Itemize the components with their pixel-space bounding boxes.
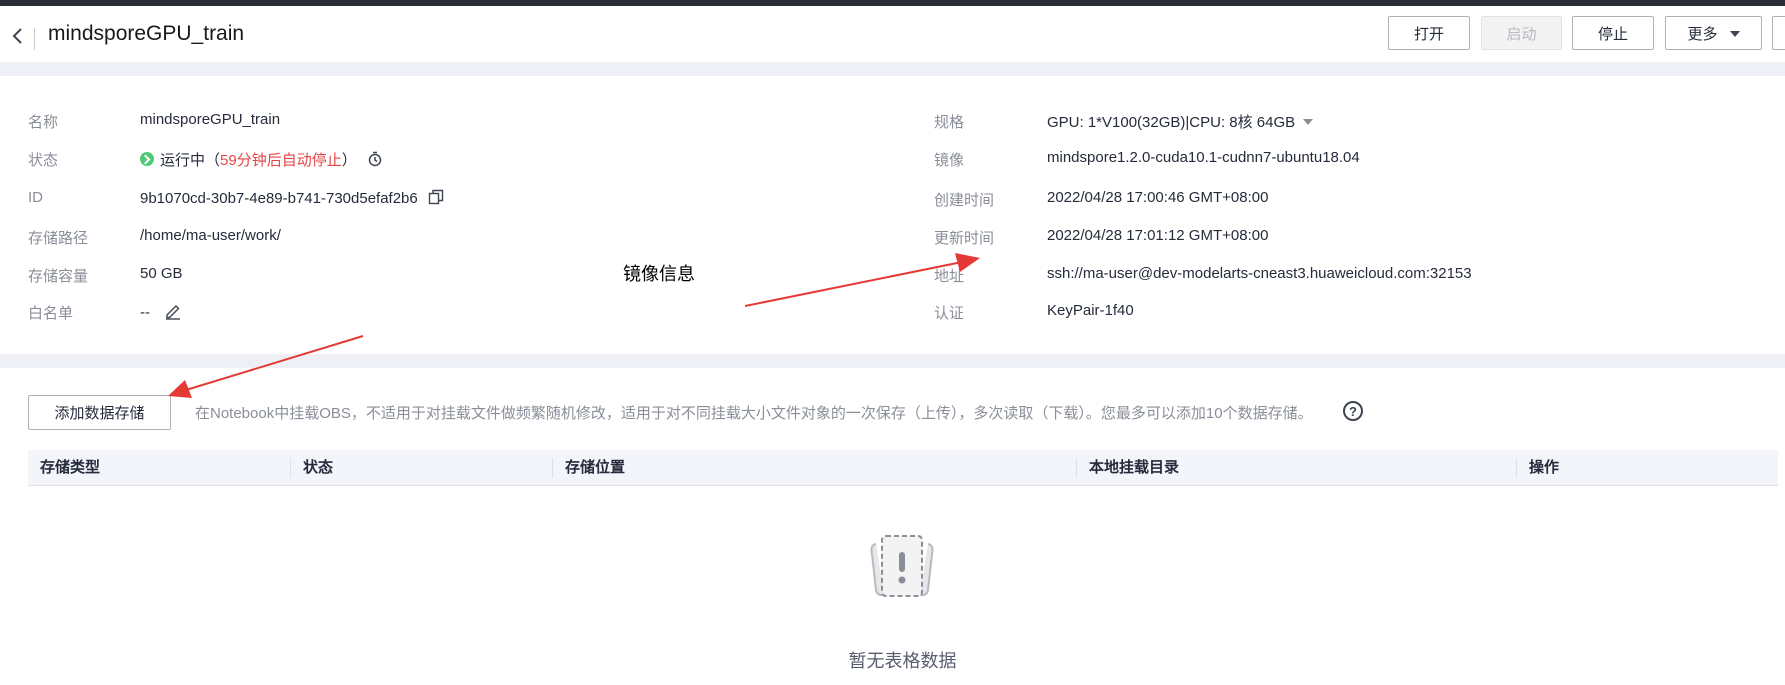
- column-header: 本地挂载目录: [1089, 459, 1180, 476]
- updated-label: 更新时间: [934, 230, 995, 247]
- updated-value: 2022/04/28 17:01:12 GMT+08:00: [1047, 227, 1269, 244]
- page-header: mindsporeGPU_train 打开 启动 停止 更多: [0, 6, 1785, 62]
- edit-icon[interactable]: [164, 302, 182, 324]
- id-value: 9b1070cd-30b7-4e89-b741-730d5efaf2b6: [140, 189, 418, 207]
- capacity-label: 存储容量: [28, 268, 89, 285]
- storage-table-header: 存储类型 状态 存储位置 本地挂载目录 操作: [28, 450, 1778, 486]
- path-label: 存储路径: [28, 230, 89, 247]
- created-label: 创建时间: [934, 192, 995, 209]
- section-gap-2: [0, 354, 1785, 368]
- section-gap: [0, 62, 1785, 76]
- name-value: mindsporeGPU_train: [140, 111, 281, 128]
- whitelist-value: --: [140, 303, 150, 321]
- status-value: 运行中（59分钟后自动停止）: [140, 149, 383, 171]
- spec-dropdown-icon[interactable]: [1303, 119, 1314, 125]
- status-text: 运行中: [160, 152, 206, 169]
- page-title: mindsporeGPU_train: [48, 22, 245, 45]
- stop-button[interactable]: 停止: [1572, 16, 1654, 50]
- spec-label: 规格: [934, 114, 965, 131]
- address-value: ssh://ma-user@dev-modelarts-cneast3.huaw…: [1047, 265, 1472, 282]
- id-label: ID: [28, 189, 43, 206]
- help-icon[interactable]: ?: [1343, 401, 1363, 421]
- image-value: mindspore1.2.0-cuda10.1-cudnn7-ubuntu18.…: [1047, 149, 1360, 166]
- name-label: 名称: [28, 114, 59, 131]
- add-data-storage-button[interactable]: 添加数据存储: [28, 395, 171, 430]
- column-header: 操作: [1529, 459, 1560, 476]
- spec-value: GPU: 1*V100(32GB)|CPU: 8核 64GB: [1047, 114, 1296, 131]
- image-label: 镜像: [934, 152, 965, 169]
- header-divider: [34, 28, 35, 50]
- status-paren-close: ）: [341, 152, 357, 169]
- whitelist-row: --: [140, 302, 182, 324]
- open-button[interactable]: 打开: [1388, 16, 1470, 50]
- auth-label: 认证: [934, 305, 965, 322]
- more-button-label: 更多: [1687, 25, 1718, 43]
- column-header: 状态: [303, 459, 334, 476]
- start-button[interactable]: 启动: [1481, 16, 1562, 50]
- back-chevron-icon[interactable]: [8, 24, 28, 48]
- timer-icon[interactable]: [367, 151, 383, 171]
- overflow-button[interactable]: [1772, 16, 1785, 50]
- empty-table-text: 暂无表格数据: [848, 651, 957, 671]
- capacity-value: 50 GB: [140, 265, 183, 282]
- caret-down-icon: [1729, 31, 1740, 37]
- storage-description: 在Notebook中挂载OBS，不适用于对挂载文件做频繁随机修改，适用于对不同挂…: [195, 405, 1313, 422]
- address-label: 地址: [934, 268, 965, 285]
- id-row: 9b1070cd-30b7-4e89-b741-730d5efaf2b6: [140, 189, 444, 209]
- spec-row: GPU: 1*V100(32GB)|CPU: 8核 64GB: [1047, 111, 1314, 132]
- empty-data-icon: [866, 532, 938, 604]
- path-value: /home/ma-user/work/: [140, 227, 281, 244]
- column-header: 存储位置: [565, 459, 626, 476]
- auto-stop-text: 59分钟后自动停止: [220, 152, 342, 169]
- created-value: 2022/04/28 17:00:46 GMT+08:00: [1047, 189, 1269, 206]
- status-label: 状态: [28, 152, 59, 169]
- annotation-text: 镜像信息: [623, 264, 695, 284]
- auth-value: KeyPair-1f40: [1047, 302, 1134, 319]
- status-paren-open: （: [205, 152, 221, 169]
- whitelist-label: 白名单: [28, 305, 74, 322]
- running-status-icon: [140, 152, 154, 166]
- column-header: 存储类型: [40, 459, 101, 476]
- copy-icon[interactable]: [428, 189, 444, 209]
- more-button[interactable]: 更多: [1665, 16, 1762, 50]
